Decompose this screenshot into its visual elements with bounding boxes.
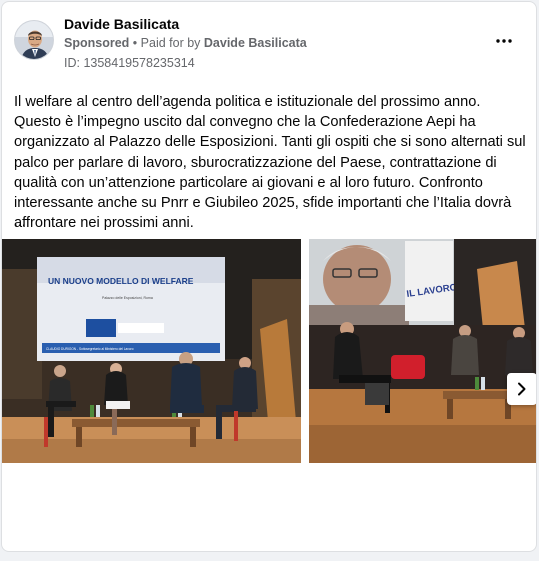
ad-id: ID: 1358419578235314: [64, 56, 195, 70]
author-avatar[interactable]: [14, 20, 54, 60]
more-horizontal-icon: [496, 39, 512, 43]
carousel-next-button[interactable]: [507, 373, 536, 405]
post-header: Davide Basilicata Sponsored • Paid for b…: [14, 14, 524, 74]
see-more-link[interactable]: ...: [14, 213, 26, 229]
sponsored-meta: Sponsored • Paid for by Davide Basilicat…: [64, 36, 307, 50]
ad-post-card: Davide Basilicata Sponsored • Paid for b…: [1, 1, 537, 552]
screen-speaker: CLAUDIO DURIGON - Sottosegretario al Min…: [46, 347, 134, 351]
chevron-right-icon: [518, 382, 526, 396]
carousel-photo-1[interactable]: UN NUOVO MODELLO DI WELFARE Palazzo dell…: [2, 239, 301, 463]
post-text: Il welfare al centro dell’agenda politic…: [14, 94, 526, 232]
paid-for-name: Davide Basilicata: [203, 36, 307, 50]
carousel-photo-2[interactable]: IL LAVORO: [309, 239, 536, 463]
author-name[interactable]: Davide Basilicata: [64, 16, 179, 32]
more-options-button[interactable]: [490, 30, 518, 52]
paid-for-prefix: Paid for by: [140, 36, 201, 50]
sponsored-label[interactable]: Sponsored: [64, 36, 129, 50]
screen-title: UN NUOVO MODELLO DI WELFARE: [48, 276, 194, 286]
screen-caption: Palazzo delle Esposizioni, Roma: [102, 296, 153, 300]
meta-separator: •: [132, 36, 138, 50]
